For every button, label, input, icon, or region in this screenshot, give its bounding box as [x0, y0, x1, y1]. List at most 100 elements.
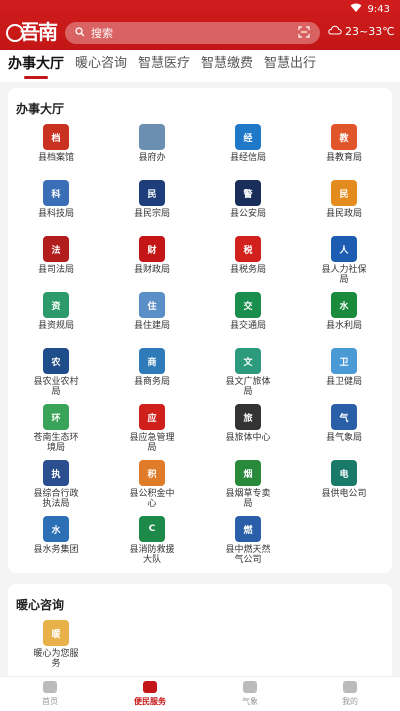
service-item[interactable]: 民县民政局 — [306, 180, 382, 219]
service-item[interactable]: 气县气象局 — [306, 404, 382, 443]
service-label: 苍南生态环境局 — [33, 433, 79, 453]
nav-weather[interactable]: 气象 — [200, 677, 300, 711]
weather-nav-icon — [243, 681, 257, 693]
hr-icon: 人 — [331, 236, 357, 262]
scan-icon[interactable] — [298, 25, 310, 41]
hall-title: 办事大厅 — [16, 102, 65, 116]
weather-widget[interactable]: 23~33℃ — [328, 25, 395, 38]
service-label: 县交通局 — [229, 321, 266, 331]
service-item[interactable]: 警县公安局 — [210, 180, 286, 219]
civil-affairs-icon: 民 — [331, 180, 357, 206]
service-label: 县公安局 — [229, 209, 266, 219]
service-label: 县农业农村局 — [33, 377, 79, 397]
search-placeholder: 搜索 — [91, 27, 113, 40]
service-item[interactable]: 科县科技局 — [18, 180, 94, 219]
service-item[interactable]: 资县资规局 — [18, 292, 94, 331]
wifi-icon — [350, 3, 362, 16]
service-label: 县烟草专卖局 — [225, 489, 271, 509]
police-icon: 警 — [235, 180, 261, 206]
building-icon — [139, 124, 165, 150]
service-label: 县科技局 — [37, 209, 74, 219]
service-item[interactable]: 水县水务集团 — [18, 516, 94, 555]
service-label: 县公积金中心 — [129, 489, 175, 509]
service-item[interactable]: C 县消防救援大队 — [114, 516, 190, 565]
temperature: 23~33℃ — [345, 25, 395, 38]
service-item[interactable]: 经县经信局 — [210, 124, 286, 163]
service-item[interactable]: 交县交通局 — [210, 292, 286, 331]
service-label: 暖心为您服务 — [33, 649, 79, 669]
service-item[interactable]: 旅县旅体中心 — [210, 404, 286, 443]
education-icon: 教 — [331, 124, 357, 150]
service-label: 县应急管理局 — [129, 433, 175, 453]
service-item[interactable]: 积县公积金中心 — [114, 460, 190, 509]
service-item[interactable]: 法县司法局 — [18, 236, 94, 275]
power-icon: 电 — [331, 460, 357, 486]
tab-travel[interactable]: 智慧出行 — [264, 50, 316, 82]
service-item[interactable]: 住县住建局 — [114, 292, 190, 331]
service-item[interactable]: 文县文广旅体局 — [210, 348, 286, 397]
health-icon: 卫 — [331, 348, 357, 374]
nav-profile[interactable]: 我的 — [300, 677, 400, 711]
science-icon: 科 — [43, 180, 69, 206]
emergency-icon: 应 — [139, 404, 165, 430]
service-item[interactable]: 县府办 — [114, 124, 190, 163]
nav-home[interactable]: 首页 — [0, 677, 100, 711]
ecology-icon: 环 — [43, 404, 69, 430]
consult-card: 暖心咨询 暖暖心为您服务 — [8, 584, 392, 684]
service-item[interactable]: 档县档案馆 — [18, 124, 94, 163]
archive-icon: 档 — [43, 124, 69, 150]
service-label: 县教育局 — [325, 153, 362, 163]
service-label: 县综合行政执法局 — [33, 489, 79, 509]
service-label: 县人力社保局 — [321, 265, 367, 285]
service-item[interactable]: 烟县烟草专卖局 — [210, 460, 286, 509]
service-item[interactable]: 暖暖心为您服务 — [18, 620, 94, 669]
service-icon: 暖 — [43, 620, 69, 646]
cloud-icon — [328, 25, 342, 38]
service-item[interactable]: 执县综合行政执法局 — [18, 460, 94, 509]
service-item[interactable]: 人县人力社保局 — [306, 236, 382, 285]
service-item[interactable]: 教县教育局 — [306, 124, 382, 163]
service-label: 县文广旅体局 — [225, 377, 271, 397]
service-item[interactable]: 财县财政局 — [114, 236, 190, 275]
tobacco-icon: 烟 — [235, 460, 261, 486]
service-label: 县民政局 — [325, 209, 362, 219]
profile-icon — [343, 681, 357, 693]
service-item[interactable]: 电县供电公司 — [306, 460, 382, 499]
weather-bureau-icon: 气 — [331, 404, 357, 430]
service-item[interactable]: 环苍南生态环境局 — [18, 404, 94, 453]
app-header: 9:43 吾南 搜索 23~33℃ — [0, 0, 400, 50]
consult-title: 暖心咨询 — [16, 598, 65, 612]
gas-icon: 燃 — [235, 516, 261, 542]
service-item[interactable]: 应县应急管理局 — [114, 404, 190, 453]
tourism-icon: 旅 — [235, 404, 261, 430]
nav-services[interactable]: 便民服务 — [100, 677, 200, 711]
tab-payment[interactable]: 智慧缴费 — [201, 50, 253, 82]
service-label: 县档案馆 — [37, 153, 74, 163]
agriculture-icon: 农 — [43, 348, 69, 374]
service-label: 县卫健局 — [325, 377, 362, 387]
search-input[interactable]: 搜索 — [65, 22, 320, 44]
service-item[interactable]: 农县农业农村局 — [18, 348, 94, 397]
search-icon — [75, 26, 85, 40]
home-icon — [43, 681, 57, 693]
water-group-icon: 水 — [43, 516, 69, 542]
tab-consult[interactable]: 暖心咨询 — [75, 50, 127, 82]
service-item[interactable]: 税县税务局 — [210, 236, 286, 275]
service-label: 县司法局 — [37, 265, 74, 275]
justice-icon: 法 — [43, 236, 69, 262]
service-item[interactable]: 民县民宗局 — [114, 180, 190, 219]
tab-hall[interactable]: 办事大厅 — [8, 50, 64, 82]
hall-card: 办事大厅 档县档案馆 县府办经县经信局教县教育局科县科技局民县民宗局警县公安局民县… — [8, 88, 392, 573]
service-label: 县税务局 — [229, 265, 266, 275]
service-item[interactable]: 水县水利局 — [306, 292, 382, 331]
service-label: 县府办 — [138, 153, 166, 163]
service-item[interactable]: 卫县卫健局 — [306, 348, 382, 387]
enforcement-icon: 执 — [43, 460, 69, 486]
service-item[interactable]: 燃县中燃天然气公司 — [210, 516, 286, 565]
housing-icon: 住 — [139, 292, 165, 318]
tab-medical[interactable]: 智慧医疗 — [138, 50, 190, 82]
commerce-icon: 商 — [139, 348, 165, 374]
status-bar: 9:43 — [350, 2, 390, 16]
service-label: 县水务集团 — [33, 545, 79, 555]
service-item[interactable]: 商县商务局 — [114, 348, 190, 387]
